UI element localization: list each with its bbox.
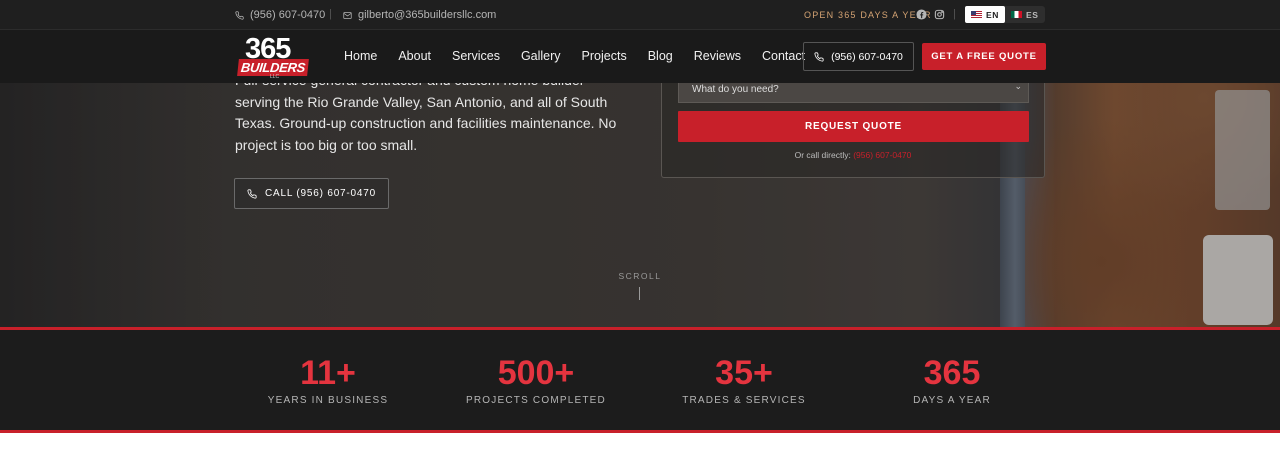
or-call-line: Or call directly: (956) 607-0470: [661, 150, 1045, 160]
or-call-text: Or call directly:: [794, 150, 851, 160]
nav-phone-button[interactable]: (956) 607-0470: [803, 42, 914, 71]
stat-value: 500+: [497, 354, 575, 392]
stat-label: DAYS A YEAR: [913, 395, 991, 406]
us-flag-icon: [971, 11, 982, 18]
nav-link-blog[interactable]: Blog: [648, 49, 673, 63]
nav-links: Home About Services Gallery Projects Blo…: [344, 49, 805, 63]
topbar-email-link[interactable]: gilberto@365buildersllc.com: [343, 9, 496, 21]
mexico-flag-icon: [1011, 11, 1023, 18]
topbar-divider: |: [953, 8, 956, 20]
nav-phone-label: (956) 607-0470: [831, 50, 903, 63]
stat-projects: 500+ PROJECTS COMPLETED: [436, 354, 636, 406]
or-call-number-link[interactable]: (956) 607-0470: [853, 150, 911, 160]
request-quote-button[interactable]: REQUEST QUOTE: [678, 111, 1029, 142]
language-es-label: ES: [1026, 9, 1039, 20]
topbar-email-text: gilberto@365buildersllc.com: [358, 9, 497, 21]
hero-call-label: CALL (956) 607-0470: [264, 188, 376, 199]
main-navbar: 365 BUILDERS LLC Home About Services Gal…: [0, 30, 1280, 83]
phone-icon: [814, 51, 824, 62]
hero-description: Full-service general contractor and cust…: [235, 72, 617, 154]
facebook-icon[interactable]: [916, 9, 927, 20]
scroll-indicator-label: SCROLL: [618, 271, 662, 281]
phone-icon: [235, 10, 244, 20]
get-free-quote-button[interactable]: GET A FREE QUOTE: [922, 43, 1046, 70]
stat-value: 365: [923, 354, 981, 392]
hero-call-button[interactable]: CALL (956) 607-0470: [234, 178, 389, 209]
stat-days: 365 DAYS A YEAR: [852, 354, 1052, 406]
stat-trades: 35+ TRADES & SERVICES: [644, 354, 844, 406]
stat-years: 11+ YEARS IN BUSINESS: [228, 354, 428, 406]
open-hours-text: OPEN 365 DAYS A YEAR: [804, 10, 932, 20]
nav-link-contact[interactable]: Contact: [762, 49, 805, 63]
site-logo[interactable]: 365 BUILDERS LLC: [237, 33, 311, 80]
nav-link-about[interactable]: About: [398, 49, 431, 63]
scroll-indicator-line: [639, 287, 640, 300]
top-bar: (956) 607-0470 | gilberto@365buildersllc…: [0, 0, 1280, 30]
mail-icon: [343, 11, 352, 19]
language-es-button[interactable]: ES: [1005, 6, 1045, 23]
nav-link-services[interactable]: Services: [452, 49, 500, 63]
stat-value: 35+: [715, 354, 773, 392]
instagram-icon[interactable]: [934, 9, 945, 20]
phone-icon: [247, 188, 257, 199]
language-switcher: EN ES: [965, 6, 1045, 23]
nav-link-reviews[interactable]: Reviews: [694, 49, 741, 63]
stat-label: PROJECTS COMPLETED: [466, 395, 606, 406]
language-en-button[interactable]: EN: [965, 6, 1006, 23]
logo-llc: LLC: [270, 74, 280, 80]
topbar-phone-link[interactable]: (956) 607-0470: [235, 9, 325, 21]
topbar-divider: |: [329, 8, 332, 20]
stat-value: 11+: [300, 354, 356, 392]
stat-label: YEARS IN BUSINESS: [267, 395, 389, 406]
language-en-label: EN: [986, 9, 1000, 20]
nav-link-projects[interactable]: Projects: [582, 49, 627, 63]
nav-link-home[interactable]: Home: [344, 49, 377, 63]
nav-link-gallery[interactable]: Gallery: [521, 49, 561, 63]
topbar-phone-text: (956) 607-0470: [250, 9, 326, 21]
stats-bar: 11+ YEARS IN BUSINESS 500+ PROJECTS COMP…: [0, 327, 1280, 433]
service-select-placeholder: What do you need?: [692, 84, 779, 95]
stat-label: TRADES & SERVICES: [682, 395, 806, 406]
